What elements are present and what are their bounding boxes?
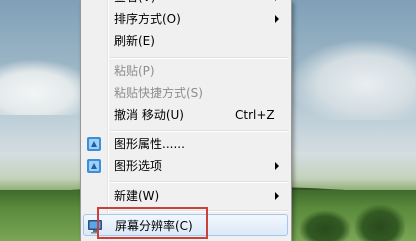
wallpaper-tree bbox=[355, 205, 405, 241]
menu-separator bbox=[110, 57, 288, 59]
menu-item-label: 图形选项 bbox=[114, 159, 163, 173]
graphics-properties-icon bbox=[87, 137, 101, 151]
wallpaper-cloud bbox=[290, 40, 416, 120]
menu-item-label: 刷新(E) bbox=[114, 34, 155, 48]
menu-item-refresh[interactable]: 刷新(E) bbox=[81, 30, 291, 52]
graphics-options-icon bbox=[87, 159, 101, 173]
menu-item-graphics-options[interactable]: 图形选项 bbox=[81, 155, 291, 177]
menu-item-label: 粘贴快捷方式(S) bbox=[114, 86, 203, 100]
wallpaper-tree bbox=[300, 211, 350, 241]
menu-item-graphics-properties[interactable]: 图形属性...... bbox=[81, 133, 291, 155]
menu-item-label: 新建(W) bbox=[114, 189, 160, 203]
menu-item-shortcut: Ctrl+Z bbox=[235, 108, 275, 122]
desktop-context-menu: 查看(V) 排序方式(O) 刷新(E) 粘贴(P) 粘贴快捷方式(S) 撤消 移… bbox=[80, 0, 292, 241]
menu-item-label: 图形属性...... bbox=[114, 137, 185, 151]
menu-item-label: 撤消 移动(U) bbox=[114, 108, 184, 122]
submenu-arrow-icon bbox=[275, 15, 279, 23]
menu-item-label: 排序方式(O) bbox=[114, 12, 181, 26]
menu-item-label: 粘贴(P) bbox=[114, 64, 155, 78]
menu-item-undo-move[interactable]: 撤消 移动(U) Ctrl+Z bbox=[81, 104, 291, 126]
menu-item-view[interactable]: 查看(V) bbox=[81, 0, 291, 8]
submenu-arrow-icon bbox=[275, 162, 279, 170]
submenu-arrow-icon bbox=[275, 0, 279, 1]
submenu-arrow-icon bbox=[275, 192, 279, 200]
menu-item-sort-by[interactable]: 排序方式(O) bbox=[81, 8, 291, 30]
menu-item-new[interactable]: 新建(W) bbox=[81, 185, 291, 207]
menu-separator bbox=[110, 181, 288, 183]
menu-item-label: 查看(V) bbox=[114, 0, 156, 8]
annotation-highlight-box bbox=[97, 207, 208, 239]
menu-item-paste[interactable]: 粘贴(P) bbox=[81, 60, 291, 82]
menu-separator bbox=[110, 130, 288, 132]
menu-item-paste-shortcut[interactable]: 粘贴快捷方式(S) bbox=[81, 82, 291, 104]
